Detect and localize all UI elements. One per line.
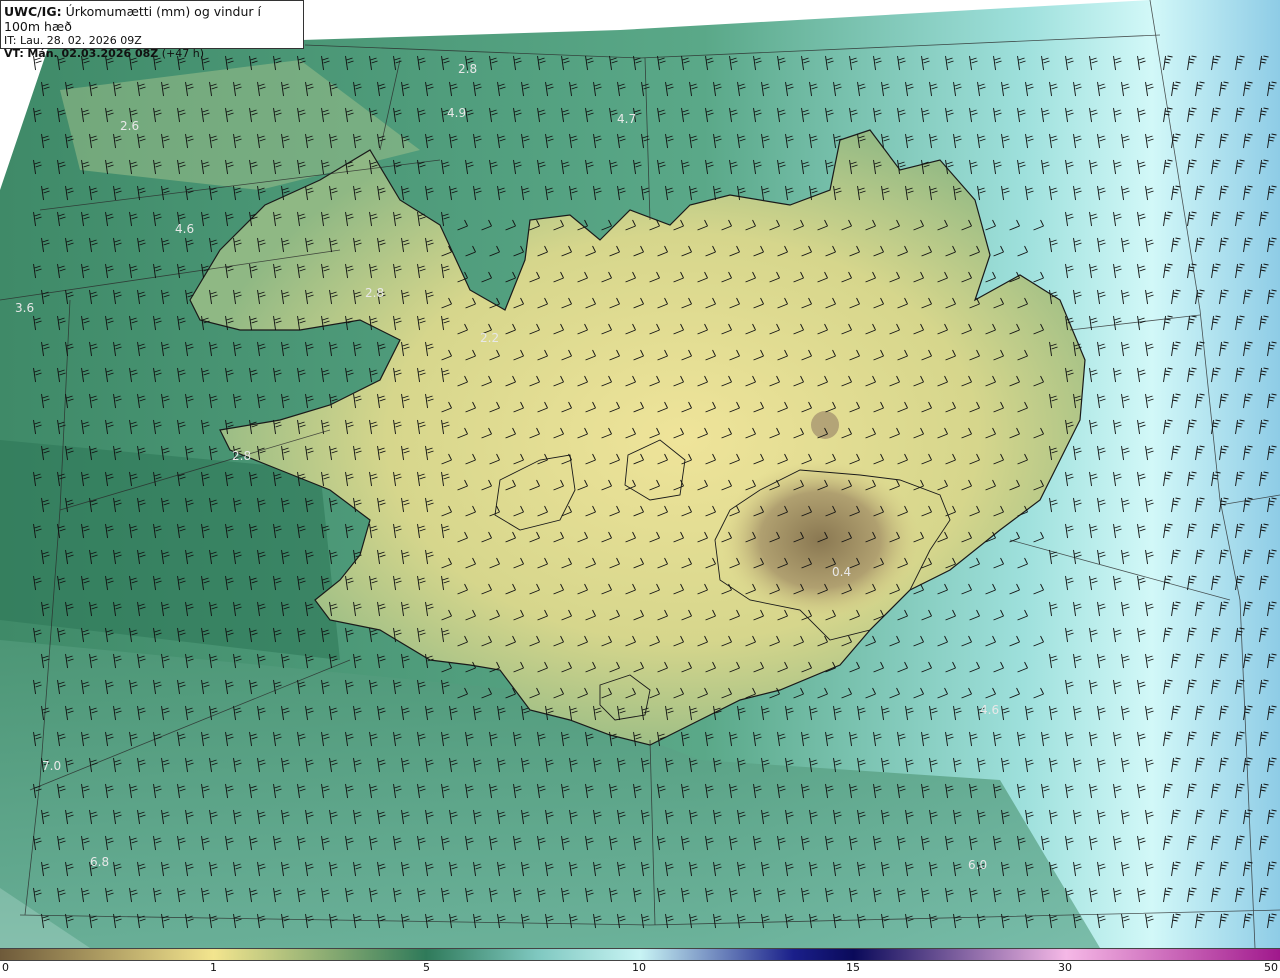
it-value: Lau. 28. 02. 2026 09Z [19, 34, 142, 47]
it-label: IT: [4, 34, 17, 47]
colorbar-strip [0, 948, 1280, 961]
value-label: 2.6 [120, 119, 139, 133]
value-label: 0.4 [832, 565, 851, 579]
colorbar: 0 1 5 10 15 30 50 [0, 948, 1280, 978]
colorbar-tick: 0 [2, 961, 9, 974]
colorbar-tick: 10 [632, 961, 646, 974]
value-label: 2.8 [365, 286, 384, 300]
value-label: 4.7 [617, 112, 636, 126]
model-name: UWC/IG: [4, 4, 62, 19]
value-label: 4.6 [980, 703, 999, 717]
map-header: UWC/IG: Úrkomumætti (mm) og vindur í 100… [0, 0, 304, 60]
value-label: 3.6 [15, 301, 34, 315]
lead-time: (+47 h) [161, 47, 205, 60]
valid-time-line: VT: Mán. 02.03.2026 08Z (+47 h) [4, 47, 300, 60]
value-label: 2.2 [480, 331, 499, 345]
initial-time-line: IT: Lau. 28. 02. 2026 09Z [4, 34, 300, 47]
value-label: 4.9 [447, 106, 466, 120]
colorbar-tick: 15 [846, 961, 860, 974]
vt-label: VT: [4, 47, 24, 60]
value-label: 4.6 [175, 222, 194, 236]
colorbar-tick: 50 [1264, 961, 1278, 974]
precipitation-map[interactable]: 2.8 4.9 4.7 2.6 4.6 3.6 2.8 2.2 2.8 0.4 … [0, 0, 1280, 948]
header-title-line: UWC/IG: Úrkomumætti (mm) og vindur í 100… [4, 4, 300, 34]
map-canvas: 2.8 4.9 4.7 2.6 4.6 3.6 2.8 2.2 2.8 0.4 … [0, 0, 1280, 948]
value-label: 7.0 [42, 759, 61, 773]
colorbar-tick: 1 [210, 961, 217, 974]
value-label: 2.8 [458, 62, 477, 76]
value-label: 2.8 [232, 449, 251, 463]
value-label: 6.0 [968, 858, 987, 872]
colorbar-tick: 30 [1058, 961, 1072, 974]
value-label: 6.8 [90, 855, 109, 869]
colorbar-tick: 5 [423, 961, 430, 974]
vt-value: Mán. 02.03.2026 08Z [27, 47, 159, 60]
